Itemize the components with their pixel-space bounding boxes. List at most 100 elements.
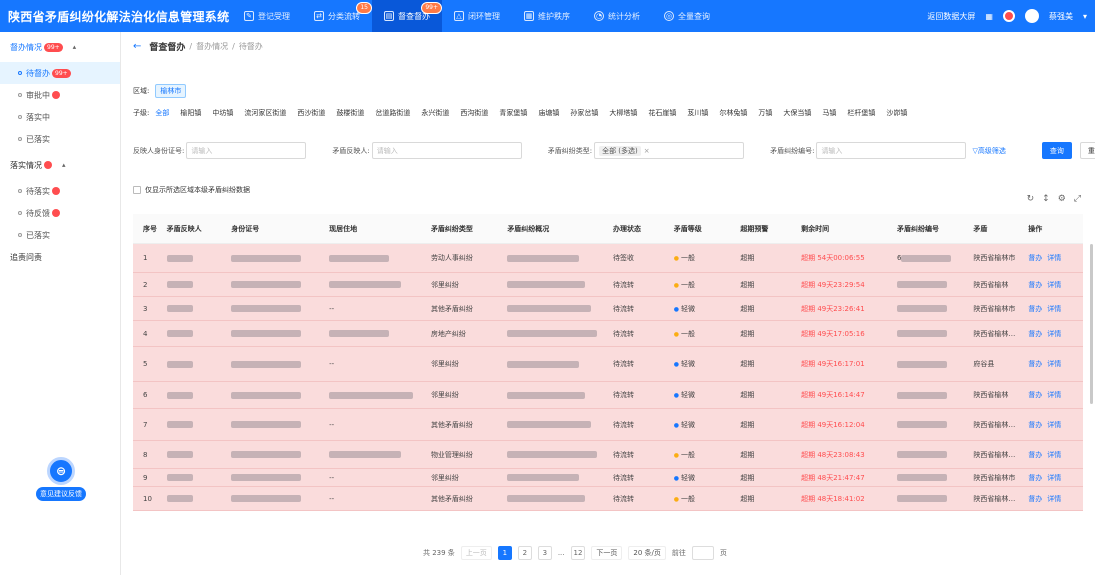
- refresh-icon[interactable]: ↻: [1027, 194, 1035, 204]
- prev-page-button[interactable]: 上一页: [460, 546, 492, 560]
- supervise-link[interactable]: 督办: [1028, 451, 1042, 459]
- detail-link[interactable]: 详情: [1047, 421, 1061, 429]
- page-2[interactable]: 2: [517, 546, 532, 560]
- town-option[interactable]: 中坊镇: [212, 108, 233, 118]
- sidebar-item-pending[interactable]: 待督办 99+: [0, 62, 120, 84]
- table-row[interactable]: 9--邻里纠纷待流转轻微超期超期 48天21:47:47陕西省榆林市督办详情: [133, 469, 1083, 487]
- sidebar-item-to-feedback[interactable]: 待反馈: [0, 202, 120, 224]
- town-option[interactable]: 青家堡镇: [499, 108, 527, 118]
- town-option[interactable]: 马镇: [822, 108, 836, 118]
- sidebar-item-done[interactable]: 已落实: [0, 128, 120, 150]
- reporter-input[interactable]: 请输入: [371, 142, 522, 159]
- detail-link[interactable]: 详情: [1047, 330, 1061, 338]
- table-row[interactable]: 1劳动人事纠纷待签收一般超期超期 54天00:06:556陕西省榆林市督办详情: [133, 244, 1083, 273]
- table-row[interactable]: 8 物业管理纠纷 待流转 一般超期 超期 48天23:08:43 陕西省榆林市神督办详情: [133, 441, 1083, 469]
- town-option[interactable]: 芨川镇: [687, 108, 708, 118]
- alert-icon[interactable]: [1002, 10, 1015, 22]
- page-ellipsis[interactable]: ...: [558, 549, 565, 557]
- detail-link[interactable]: 详情: [1047, 281, 1061, 289]
- page-size-select[interactable]: 20 条/页: [628, 546, 666, 560]
- code-input[interactable]: 请输入: [816, 142, 967, 159]
- sidebar-group-accountability[interactable]: 追责问责: [0, 246, 120, 268]
- settings-icon[interactable]: ⚙: [1058, 194, 1066, 204]
- sidebar-group-implement[interactable]: 落实情况 ▴: [0, 154, 120, 176]
- nav-query[interactable]: ◎ 全量查询: [652, 0, 722, 32]
- breadcrumb-p2[interactable]: 待督办: [239, 41, 263, 52]
- nav-order[interactable]: ▦ 维护秩序: [512, 0, 582, 32]
- advanced-filter-button[interactable]: ▽ 高级筛选: [972, 146, 1005, 156]
- user-name[interactable]: 蔡强美: [1049, 11, 1073, 22]
- density-icon[interactable]: ↕: [1042, 194, 1050, 204]
- town-option[interactable]: 西沙街道: [297, 108, 325, 118]
- town-option[interactable]: 流河家区街道: [244, 108, 286, 118]
- town-option[interactable]: 沙峁镇: [886, 108, 907, 118]
- table-row[interactable]: 4 房地产纠纷 待流转 一般超期 超期 49天17:05:16 陕西省榆林市神督办详情: [133, 321, 1083, 347]
- supervise-link[interactable]: 督办: [1028, 391, 1042, 399]
- detail-link[interactable]: 详情: [1047, 391, 1061, 399]
- only-region-checkbox[interactable]: [133, 186, 141, 194]
- town-option[interactable]: 岔道路街道: [375, 108, 410, 118]
- town-option[interactable]: 花石崖镇: [648, 108, 676, 118]
- supervise-link[interactable]: 督办: [1028, 495, 1042, 503]
- bigscreen-link[interactable]: 返回数据大屏: [927, 11, 975, 22]
- supervise-link[interactable]: 督办: [1028, 281, 1042, 289]
- sidebar-item-approving[interactable]: 审批中: [0, 84, 120, 106]
- table-row[interactable]: 2 邻里纠纷 待流转 一般超期 超期 49天23:29:54 陕西省榆林 督办详情: [133, 273, 1083, 297]
- goto-input[interactable]: [691, 546, 714, 560]
- nav-register[interactable]: ✎ 登记受理: [232, 0, 302, 32]
- supervise-link[interactable]: 督办: [1028, 421, 1042, 429]
- supervise-link[interactable]: 督办: [1028, 474, 1042, 482]
- fullscreen-icon[interactable]: ⤢: [1074, 194, 1081, 204]
- town-option[interactable]: 永兴街道: [421, 108, 449, 118]
- supervise-link[interactable]: 督办: [1028, 360, 1042, 368]
- page-3[interactable]: 3: [537, 546, 552, 560]
- table-row[interactable]: 5 -- 邻里纠纷 待流转 轻微超期 超期 49天16:17:01 府谷县 督办详情: [133, 347, 1083, 382]
- town-option[interactable]: 庙塘镇: [538, 108, 559, 118]
- reset-button[interactable]: 重置: [1079, 142, 1095, 159]
- next-page-button[interactable]: 下一页: [591, 546, 623, 560]
- nav-stats[interactable]: ◔ 统计分析: [582, 0, 652, 32]
- detail-link[interactable]: 详情: [1047, 254, 1061, 262]
- only-region-option[interactable]: 仅显示所选区域本级矛盾纠纷数据: [133, 185, 250, 195]
- close-icon[interactable]: ×: [644, 147, 650, 155]
- town-option[interactable]: 栏杆堡镇: [847, 108, 875, 118]
- sidebar-group-supervise[interactable]: 督办情况 99+ ▴: [0, 36, 120, 58]
- detail-link[interactable]: 详情: [1047, 474, 1061, 482]
- town-option[interactable]: 万镇: [758, 108, 772, 118]
- supervise-link[interactable]: 督办: [1028, 254, 1042, 262]
- region-tag[interactable]: 榆林市: [155, 84, 187, 98]
- table-scrollbar[interactable]: [1090, 244, 1093, 404]
- town-option[interactable]: 大柳塔镇: [609, 108, 637, 118]
- detail-link[interactable]: 详情: [1047, 360, 1061, 368]
- chevron-down-icon[interactable]: ▾: [1083, 12, 1087, 21]
- town-option[interactable]: 孙家岔镇: [570, 108, 598, 118]
- feedback-button[interactable]: ⊜ 意见建议反馈: [36, 457, 86, 501]
- nav-supervise[interactable]: ▤ 督查督办 99+: [372, 0, 442, 32]
- town-option[interactable]: 鼓楼街道: [336, 108, 364, 118]
- sidebar-item-to-implement[interactable]: 待落实: [0, 180, 120, 202]
- supervise-link[interactable]: 督办: [1028, 305, 1042, 313]
- supervise-link[interactable]: 督办: [1028, 330, 1042, 338]
- town-option[interactable]: 全部: [155, 108, 169, 118]
- table-row[interactable]: 6 邻里纠纷 待流转 轻微超期 超期 49天16:14:47 陕西省榆林 督办详情: [133, 382, 1083, 409]
- table-row[interactable]: 3--其他矛盾纠纷待流转轻微超期超期 49天23:26:41陕西省榆林市督办详情: [133, 297, 1083, 321]
- back-arrow-icon[interactable]: ←: [133, 41, 141, 52]
- detail-link[interactable]: 详情: [1047, 305, 1061, 313]
- town-option[interactable]: 榆阳镇: [180, 108, 201, 118]
- grid-icon[interactable]: ▦: [985, 12, 993, 21]
- breadcrumb-p1[interactable]: 督办情况: [196, 41, 228, 52]
- type-select[interactable]: 全部 (多选) ×: [594, 142, 745, 159]
- town-option[interactable]: 尔林兔镇: [719, 108, 747, 118]
- nav-loop[interactable]: △ 闭环管理: [442, 0, 512, 32]
- detail-link[interactable]: 详情: [1047, 495, 1061, 503]
- nav-transfer[interactable]: ⇄ 分类流转 15: [302, 0, 372, 32]
- town-option[interactable]: 西沟街道: [460, 108, 488, 118]
- table-row[interactable]: 10 -- 其他矛盾纠纷 待流转 一般超期 超期 48天18:41:02 陕西省榆林市神督办…: [133, 487, 1083, 511]
- town-option[interactable]: 大保当镇: [783, 108, 811, 118]
- detail-link[interactable]: 详情: [1047, 451, 1061, 459]
- id-input[interactable]: 请输入: [186, 142, 307, 159]
- table-row[interactable]: 7 -- 其他矛盾纠纷 待流转 轻微超期 超期 49天16:12:04 陕西省榆林市神督办详…: [133, 409, 1083, 441]
- sidebar-item-implementing[interactable]: 落实中: [0, 106, 120, 128]
- page-1[interactable]: 1: [497, 546, 512, 560]
- avatar[interactable]: [1024, 9, 1039, 23]
